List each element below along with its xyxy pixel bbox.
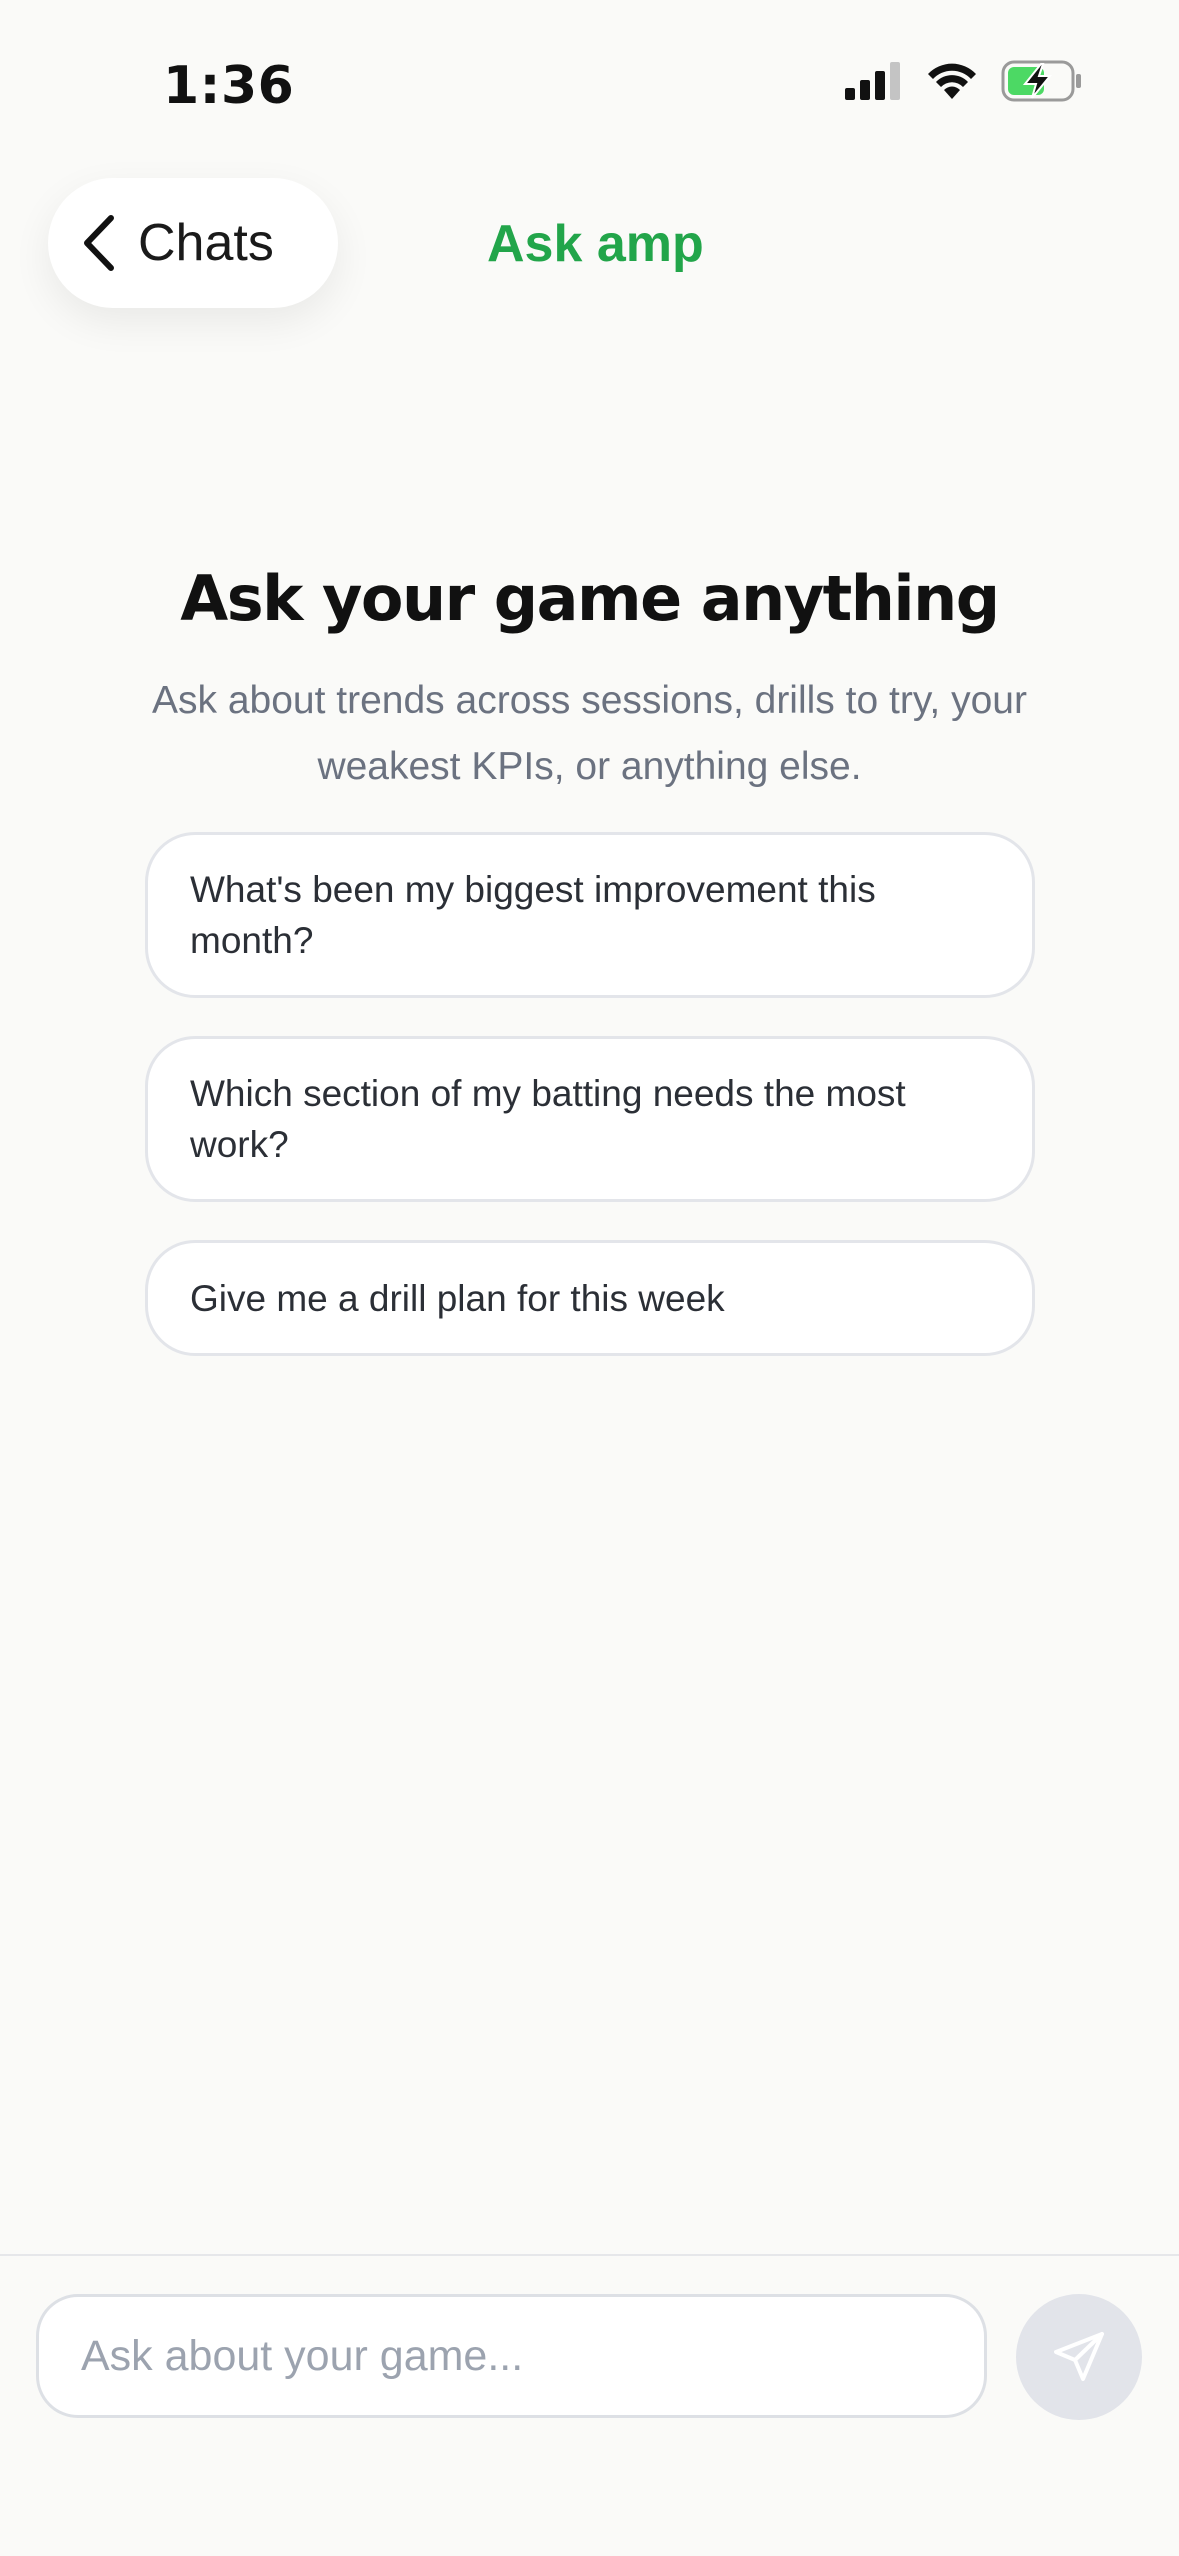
send-icon (1054, 2332, 1104, 2381)
suggestion-chip[interactable]: Which section of my batting needs the mo… (145, 1036, 1035, 1202)
status-icons (845, 60, 1083, 102)
suggestion-chip[interactable]: Give me a drill plan for this week (145, 1240, 1035, 1356)
composer-divider (0, 2254, 1179, 2256)
battery-charging-icon (1001, 60, 1081, 102)
screen: 1:36 Chats Ask amp Ask your game anythin… (0, 0, 1179, 2556)
cellular-signal-icon (845, 62, 900, 100)
back-to-chats-button[interactable]: Chats (48, 178, 338, 308)
wifi-icon (928, 63, 976, 99)
status-time: 1:36 (163, 56, 295, 116)
suggestion-text: Which section of my batting needs the mo… (190, 1073, 906, 1165)
chevron-left-icon (84, 215, 114, 271)
empty-state-heading: Ask your game anything (180, 562, 1000, 635)
suggestion-text: Give me a drill plan for this week (190, 1277, 725, 1319)
message-input[interactable] (36, 2294, 987, 2418)
empty-state-subheading: Ask about trends across sessions, drills… (152, 679, 1027, 788)
back-button-label: Chats (138, 214, 274, 272)
suggestion-chip[interactable]: What's been my biggest improvement this … (145, 832, 1035, 998)
send-button[interactable] (1016, 2294, 1142, 2420)
page-title: Ask amp (487, 215, 704, 273)
suggestion-text: What's been my biggest improvement this … (190, 869, 876, 961)
